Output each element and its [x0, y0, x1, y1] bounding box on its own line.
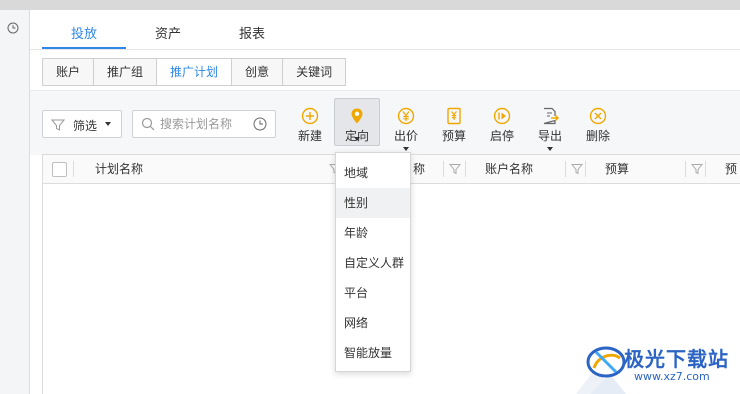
menu-item-age[interactable]: 年龄	[336, 218, 410, 248]
budget-label: 预算	[441, 129, 466, 143]
plus-circle-icon	[301, 107, 319, 125]
funnel-icon	[51, 119, 65, 131]
column-budget-partial[interactable]: 预	[725, 155, 737, 183]
caret-down-icon	[105, 122, 111, 126]
campaign-search[interactable]	[132, 110, 276, 138]
export-button[interactable]: 导出	[530, 107, 570, 151]
targeting-dropdown-menu: 地域 性别 年龄 自定义人群 平台 网络 智能放量	[335, 152, 411, 372]
column-divider	[685, 161, 686, 177]
export-label: 导出	[537, 129, 562, 143]
column-campaign-name[interactable]: 计划名称	[95, 155, 143, 183]
filter-label: 筛选	[73, 119, 98, 133]
delete-button[interactable]: 删除	[578, 107, 618, 143]
top-tab-bar: 投放 资产 报表	[30, 10, 740, 50]
menu-item-custom-audience[interactable]: 自定义人群	[336, 248, 410, 278]
caret-down-icon	[403, 147, 409, 151]
bid-button[interactable]: 出价	[386, 107, 426, 151]
search-icon	[141, 117, 155, 131]
column-divider	[705, 161, 706, 177]
column-divider	[465, 161, 466, 177]
tab-assets[interactable]: 资产	[126, 23, 210, 49]
history-clock-icon[interactable]	[253, 117, 267, 131]
menu-item-platform[interactable]: 平台	[336, 278, 410, 308]
watermark-url: www.xz7.com	[634, 370, 710, 383]
subtab-keyword[interactable]: 关键词	[283, 59, 345, 85]
subtab-ad-group[interactable]: 推广组	[94, 59, 158, 85]
subtab-campaign[interactable]: 推广计划	[157, 59, 233, 85]
column-filter-icon[interactable]	[691, 163, 703, 175]
column-partial[interactable]: 称	[413, 155, 425, 183]
filter-dropdown[interactable]: 筛选	[42, 110, 122, 138]
column-account-name[interactable]: 账户名称	[485, 155, 533, 183]
new-button[interactable]: 新建	[290, 107, 330, 143]
menu-item-smart-expansion[interactable]: 智能放量	[336, 338, 410, 368]
menu-item-gender[interactable]: 性别	[336, 188, 410, 218]
watermark-brand: 极光下载站	[624, 347, 729, 371]
column-divider	[73, 161, 74, 177]
column-budget[interactable]: 预算	[605, 155, 629, 183]
play-pause-icon	[493, 107, 511, 125]
location-pin-icon	[351, 108, 363, 124]
level-tab-bar: 账户 推广组 推广计划 创意 关键词	[42, 58, 347, 86]
delete-circle-icon	[589, 107, 607, 125]
search-input[interactable]	[160, 115, 252, 133]
targeting-label: 定向	[344, 129, 369, 143]
column-filter-icon[interactable]	[449, 163, 461, 175]
delete-label: 删除	[585, 129, 610, 143]
tab-delivery[interactable]: 投放	[42, 23, 126, 49]
clock-icon[interactable]	[7, 22, 19, 34]
menu-item-region[interactable]: 地域	[336, 158, 410, 188]
column-divider	[443, 161, 444, 177]
export-doc-icon	[543, 107, 559, 125]
menu-item-network[interactable]: 网络	[336, 308, 410, 338]
column-filter-icon[interactable]	[571, 163, 583, 175]
yen-circle-icon	[397, 107, 415, 125]
yen-document-icon	[447, 107, 461, 125]
select-all-checkbox[interactable]	[52, 162, 67, 177]
caret-down-icon	[354, 137, 360, 141]
caret-down-icon	[547, 147, 553, 151]
budget-button[interactable]: 预算	[434, 107, 474, 143]
new-label: 新建	[297, 129, 322, 143]
targeting-button[interactable]: 定向	[334, 98, 380, 146]
start-stop-button[interactable]: 启停	[482, 107, 522, 143]
window-top-strip	[0, 0, 740, 10]
subtab-creative[interactable]: 创意	[232, 59, 284, 85]
toolbar: 筛选 新建	[30, 90, 740, 155]
column-divider	[585, 161, 586, 177]
start-stop-label: 启停	[489, 129, 514, 143]
column-divider	[565, 161, 566, 177]
bid-label: 出价	[393, 129, 418, 143]
tab-reports[interactable]: 报表	[210, 23, 294, 49]
subtab-account[interactable]: 账户	[43, 59, 95, 85]
left-rail	[0, 10, 30, 394]
